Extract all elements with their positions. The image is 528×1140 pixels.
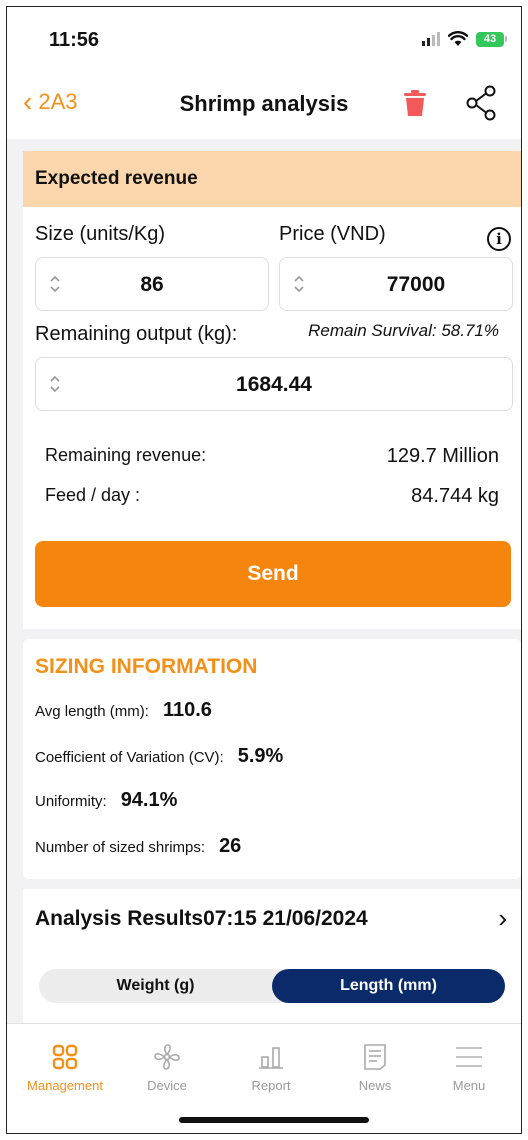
expected-revenue-header: Expected revenue bbox=[23, 151, 521, 207]
remaining-output-label: Remaining output (kg): bbox=[35, 323, 238, 345]
tab-report-label: Report bbox=[251, 1078, 291, 1093]
cv-value: 5.9% bbox=[237, 745, 284, 767]
stepper-arrows-icon[interactable] bbox=[294, 274, 304, 294]
chevron-right-icon[interactable]: › bbox=[498, 903, 507, 934]
feed-per-day-value: 84.744 kg bbox=[411, 485, 499, 507]
status-bar: 11:56 43 bbox=[7, 7, 521, 69]
remaining-revenue-row: Remaining revenue: 129.7 Million bbox=[45, 445, 499, 467]
battery-level: 43 bbox=[476, 31, 504, 47]
sized-count-label: Number of sized shrimps: bbox=[35, 839, 206, 856]
tab-news[interactable]: News bbox=[325, 1042, 425, 1093]
cv-label: Coefficient of Variation (CV): bbox=[35, 749, 224, 766]
metric-segmented-control: Weight (g) Length (mm) bbox=[39, 969, 505, 1003]
tab-length[interactable]: Length (mm) bbox=[272, 969, 505, 1003]
avg-length-label: Avg length (mm): bbox=[35, 703, 149, 720]
price-label: Price (VND) bbox=[279, 223, 386, 245]
avg-length-value: 110.6 bbox=[162, 699, 212, 721]
tab-report[interactable]: Report bbox=[221, 1042, 321, 1093]
page-title: Shrimp analysis bbox=[179, 91, 349, 116]
remaining-output-input[interactable]: 1684.44 bbox=[35, 357, 513, 411]
bottom-tab-bar: Management Device Report News Menu bbox=[7, 1023, 521, 1133]
tab-management-label: Management bbox=[27, 1078, 103, 1093]
bar-chart-icon bbox=[259, 1047, 283, 1069]
uniformity-row: Uniformity: 94.1% bbox=[35, 789, 177, 812]
sized-count-row: Number of sized shrimps: 26 bbox=[35, 835, 241, 858]
size-label: Size (units/Kg) bbox=[35, 223, 166, 245]
tab-device[interactable]: Device bbox=[117, 1042, 217, 1093]
trash-icon[interactable] bbox=[403, 89, 427, 117]
uniformity-label: Uniformity: bbox=[35, 793, 107, 810]
tab-menu[interactable]: Menu bbox=[419, 1042, 519, 1093]
remaining-revenue-value: 129.7 Million bbox=[386, 445, 499, 467]
tab-news-label: News bbox=[358, 1078, 392, 1093]
status-time: 11:56 bbox=[49, 29, 100, 51]
sizing-title: SIZING INFORMATION bbox=[35, 655, 258, 678]
send-button[interactable]: Send bbox=[35, 541, 511, 607]
price-input[interactable]: 77000 bbox=[279, 257, 513, 311]
tab-device-label: Device bbox=[147, 1078, 187, 1093]
grid-icon bbox=[52, 1044, 78, 1070]
menu-icon bbox=[456, 1047, 482, 1067]
scroll-content[interactable]: Expected revenue Size (units/Kg) Price (… bbox=[7, 139, 521, 1023]
expected-revenue-card: Expected revenue Size (units/Kg) Price (… bbox=[23, 151, 521, 629]
info-icon[interactable]: i bbox=[487, 227, 511, 251]
sizing-information-card: SIZING INFORMATION Avg length (mm): 110.… bbox=[23, 639, 521, 879]
navigation-bar: ‹ 2A3 Shrimp analysis bbox=[7, 69, 521, 139]
remaining-output-value: 1684.44 bbox=[236, 373, 312, 396]
feed-per-day-row: Feed / day : 84.744 kg bbox=[45, 485, 499, 507]
remaining-revenue-label: Remaining revenue: bbox=[45, 445, 207, 465]
feed-per-day-label: Feed / day : bbox=[45, 485, 141, 505]
avg-length-row: Avg length (mm): 110.6 bbox=[35, 699, 212, 722]
remain-survival-text: Remain Survival: 58.71% bbox=[308, 321, 499, 340]
status-icons: 43 bbox=[422, 31, 507, 47]
price-value: 77000 bbox=[386, 273, 446, 296]
analysis-results-card[interactable]: Analysis Results07:15 21/06/2024 › Weigh… bbox=[23, 889, 521, 1023]
tab-menu-label: Menu bbox=[452, 1078, 486, 1093]
size-value: 86 bbox=[140, 273, 164, 296]
size-input[interactable]: 86 bbox=[35, 257, 269, 311]
news-icon bbox=[364, 1044, 386, 1070]
analysis-results-title: Analysis Results07:15 21/06/2024 bbox=[35, 907, 368, 930]
uniformity-value: 94.1% bbox=[120, 789, 178, 811]
phone-screen: 11:56 43 ‹ 2A3 Shrimp analysis Expected … bbox=[6, 6, 522, 1134]
share-icon[interactable] bbox=[465, 85, 497, 121]
signal-icon bbox=[422, 32, 440, 46]
wifi-icon bbox=[448, 31, 468, 46]
battery-icon: 43 bbox=[476, 31, 507, 47]
home-indicator bbox=[179, 1117, 369, 1123]
fan-icon bbox=[154, 1044, 180, 1070]
sized-count-value: 26 bbox=[219, 835, 242, 857]
cv-row: Coefficient of Variation (CV): 5.9% bbox=[35, 745, 283, 768]
tab-management[interactable]: Management bbox=[15, 1042, 115, 1093]
tab-weight[interactable]: Weight (g) bbox=[39, 969, 272, 1003]
